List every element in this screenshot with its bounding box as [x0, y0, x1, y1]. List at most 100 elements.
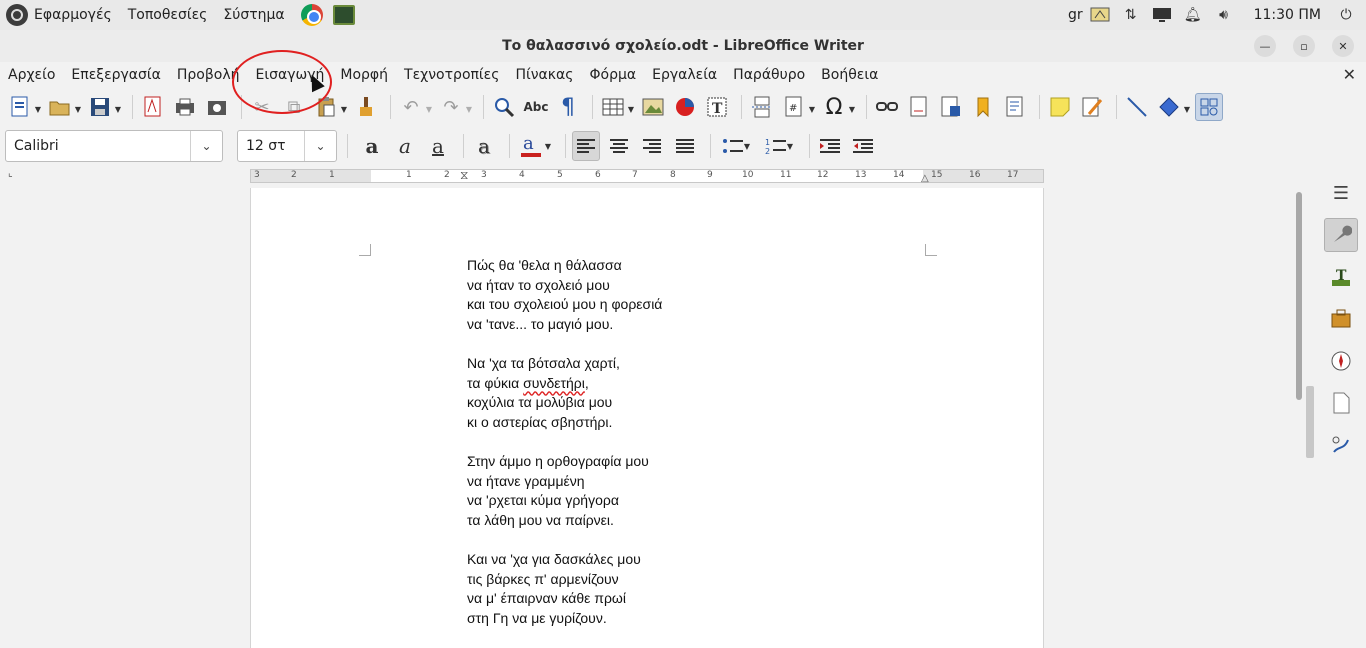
font-name-value[interactable]: Calibri [6, 138, 190, 154]
insert-image-icon[interactable] [639, 93, 667, 121]
indent-marker-icon[interactable]: ⧖ [460, 168, 468, 183]
find-replace-icon[interactable] [490, 93, 518, 121]
keyboard-layout-indicator[interactable]: gr [1068, 7, 1083, 23]
insert-hyperlink-icon[interactable] [873, 93, 901, 121]
insert-line-icon[interactable] [1123, 93, 1151, 121]
font-color-button[interactable]: a ▼ [516, 131, 554, 161]
menu-tools[interactable]: Εργαλεία [644, 62, 725, 88]
chevron-down-icon[interactable]: ▼ [75, 105, 81, 114]
close-window-button[interactable]: ✕ [1332, 35, 1354, 57]
poem-text[interactable]: Πώς θα 'θελα η θάλασσα να ήταν το σχολει… [467, 256, 662, 648]
open-button[interactable]: ▼ [46, 93, 81, 121]
decrease-indent-icon[interactable] [849, 131, 877, 161]
chevron-down-icon[interactable]: ▼ [809, 105, 815, 114]
menu-file[interactable]: Αρχείο [0, 62, 63, 88]
menu-window[interactable]: Παράθυρο [725, 62, 813, 88]
menu-table[interactable]: Πίνακας [507, 62, 581, 88]
tab-stop-selector[interactable]: ⌞ [8, 168, 13, 179]
bold-icon[interactable]: a [358, 131, 386, 161]
display-icon[interactable] [1151, 6, 1173, 24]
document-area[interactable]: Πώς θα 'θελα η θάλασσα να ήταν το σχολει… [0, 188, 1300, 648]
power-icon[interactable]: ⏻ [1335, 6, 1357, 24]
close-document-icon[interactable]: ✕ [1343, 65, 1356, 84]
chevron-down-icon[interactable]: ⌄ [190, 131, 222, 161]
italic-icon[interactable]: a [391, 131, 419, 161]
print-icon[interactable] [171, 93, 199, 121]
insert-bookmark-icon[interactable] [969, 93, 997, 121]
screenshot-tool-icon[interactable] [1089, 6, 1111, 24]
menu-format[interactable]: Μορφή [332, 62, 396, 88]
chevron-down-icon[interactable]: ▼ [466, 105, 472, 114]
insert-endnote-icon[interactable] [937, 93, 965, 121]
shadow-text-icon[interactable]: a [470, 131, 498, 161]
chevron-down-icon[interactable]: ▼ [744, 142, 750, 151]
vertical-scrollbar[interactable] [1294, 188, 1304, 648]
styles-icon[interactable]: T [1324, 260, 1358, 294]
navigator-compass-icon[interactable] [1324, 344, 1358, 378]
new-document-button[interactable]: ▼ [6, 93, 41, 121]
places-menu[interactable]: Τοποθεσίες [128, 7, 208, 23]
chevron-down-icon[interactable]: ⌄ [304, 131, 336, 161]
gallery-icon[interactable] [1324, 302, 1358, 336]
horizontal-ruler[interactable]: 3 2 1 1 2 3 4 5 6 7 8 9 10 11 12 13 14 1… [250, 168, 1044, 184]
chevron-down-icon[interactable]: ▼ [35, 105, 41, 114]
chevron-down-icon[interactable]: ▼ [545, 142, 551, 151]
sidebar-resize-handle[interactable] [1306, 386, 1314, 458]
insert-chart-icon[interactable] [671, 93, 699, 121]
font-size-value[interactable]: 12 στ [238, 138, 304, 154]
page-icon[interactable] [1324, 386, 1358, 420]
properties-wrench-icon[interactable] [1324, 218, 1358, 252]
chevron-down-icon[interactable]: ▼ [341, 105, 347, 114]
chevron-down-icon[interactable]: ▼ [426, 105, 432, 114]
clone-formatting-icon[interactable] [352, 93, 380, 121]
print-preview-icon[interactable] [203, 93, 231, 121]
save-button[interactable]: ▼ [86, 93, 121, 121]
document-page[interactable]: Πώς θα 'θελα η θάλασσα να ήταν το σχολει… [250, 188, 1044, 648]
maximize-button[interactable]: ▫ [1293, 35, 1315, 57]
menu-help[interactable]: Βοήθεια [813, 62, 886, 88]
volume-icon[interactable]: 🔊︎ [1213, 6, 1235, 24]
formatting-marks-icon[interactable]: ¶ [554, 93, 582, 121]
insert-textbox-icon[interactable]: T [703, 93, 731, 121]
align-left-icon[interactable] [572, 131, 600, 161]
clock[interactable]: 11:30 ΠΜ [1254, 7, 1321, 23]
ordered-list-button[interactable]: 12 ▼ [760, 131, 798, 161]
scrollbar-thumb[interactable] [1296, 192, 1302, 400]
increase-indent-icon[interactable] [816, 131, 844, 161]
chevron-down-icon[interactable]: ▼ [849, 105, 855, 114]
track-changes-icon[interactable] [1078, 93, 1106, 121]
font-name-combobox[interactable]: Calibri ⌄ [5, 130, 223, 162]
unordered-list-button[interactable]: ▼ [717, 131, 755, 161]
sidebar-menu-icon[interactable]: ☰ [1324, 176, 1358, 210]
underline-icon[interactable]: a [424, 131, 452, 161]
justify-icon[interactable] [671, 131, 699, 161]
menu-styles[interactable]: Τεχνοτροπίες [396, 62, 507, 88]
insert-table-button[interactable]: ▼ [599, 93, 634, 121]
chevron-down-icon[interactable]: ▼ [787, 142, 793, 151]
chevron-down-icon[interactable]: ▼ [1184, 105, 1190, 114]
system-monitor-icon[interactable] [332, 5, 355, 25]
misspelled-word[interactable]: συνδετήρι [523, 375, 585, 391]
window-titlebar[interactable]: Το θαλασσινό σχολείο.odt - LibreOffice W… [0, 30, 1366, 62]
insert-comment-icon[interactable] [1046, 93, 1074, 121]
minimize-button[interactable]: — [1254, 35, 1276, 57]
insert-field-button[interactable]: # ▼ [780, 93, 815, 121]
spelling-icon[interactable]: Abc [522, 93, 550, 121]
toggle-draw-functions-icon[interactable] [1195, 93, 1223, 121]
export-pdf-icon[interactable] [139, 93, 167, 121]
basic-shapes-button[interactable]: ▼ [1155, 93, 1190, 121]
applications-menu[interactable]: Εφαρμογές [34, 7, 112, 23]
chevron-down-icon[interactable]: ▼ [115, 105, 121, 114]
style-inspector-icon[interactable] [1324, 428, 1358, 462]
system-menu[interactable]: Σύστημα [223, 7, 284, 23]
menu-form[interactable]: Φόρμα [581, 62, 644, 88]
align-right-icon[interactable] [638, 131, 666, 161]
chevron-down-icon[interactable]: ▼ [628, 105, 634, 114]
chrome-launcher-icon[interactable] [300, 4, 323, 26]
insert-cross-reference-icon[interactable] [1001, 93, 1029, 121]
menu-edit[interactable]: Επεξεργασία [63, 62, 168, 88]
insert-page-break-icon[interactable] [748, 93, 776, 121]
font-size-combobox[interactable]: 12 στ ⌄ [237, 130, 337, 162]
redo-button[interactable]: ↷ ▼ [437, 93, 472, 121]
undo-button[interactable]: ↶ ▼ [397, 93, 432, 121]
